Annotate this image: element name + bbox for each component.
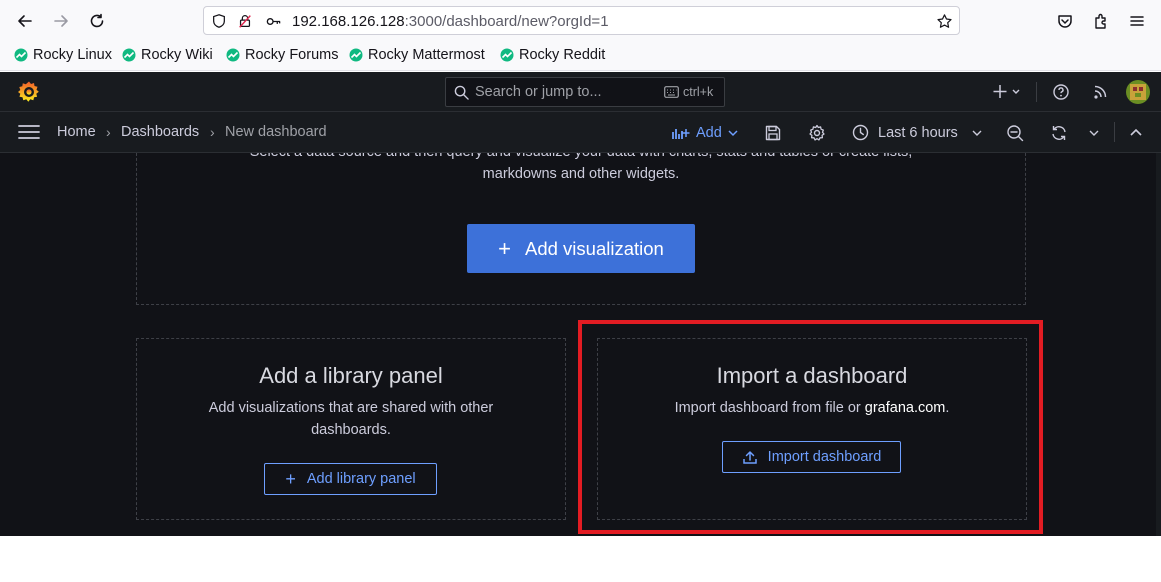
hamburger-menu-icon[interactable] (18, 124, 40, 140)
scrollbar[interactable] (1156, 153, 1161, 536)
rocky-logo-icon (349, 48, 363, 62)
rocky-logo-icon (14, 48, 28, 62)
url-path: :3000/dashboard/new?orgId=1 (404, 13, 609, 30)
reload-icon[interactable] (84, 8, 110, 34)
plus-chevron-icon (993, 85, 1020, 98)
help-icon (1053, 84, 1069, 100)
button-label: Add library panel (306, 471, 416, 487)
button-label: Add visualization (525, 237, 664, 259)
bookmark-label: Rocky Mattermost (368, 47, 485, 63)
shortcut-label: ctrl+k (683, 85, 714, 99)
clock-icon (852, 124, 869, 141)
grafana-logo-icon[interactable] (17, 80, 41, 104)
bookmark-label: Rocky Linux (33, 47, 112, 63)
help-button[interactable] (1052, 81, 1070, 108)
breadcrumb-home[interactable]: Home (57, 124, 96, 140)
bookmark-rocky-mattermost[interactable]: Rocky Mattermost (349, 47, 485, 63)
breadcrumb-chevron-icon: › (210, 124, 215, 140)
extensions-icon[interactable] (1088, 8, 1114, 34)
add-visualization-button[interactable]: + Add visualization (467, 224, 695, 273)
rss-icon (1094, 85, 1107, 99)
breadcrumb-dashboards[interactable]: Dashboards (121, 124, 199, 140)
highlight-box (578, 320, 1043, 534)
bookmark-rocky-wiki[interactable]: Rocky Wiki (122, 47, 213, 63)
grafana-top-nav: Search or jump to... ctrl+k (0, 72, 1161, 112)
divider (1036, 82, 1037, 102)
add-label: Add (696, 125, 722, 141)
bookmark-label: Rocky Wiki (141, 47, 213, 63)
bookmark-rocky-linux[interactable]: Rocky Linux (14, 47, 112, 63)
time-range-label: Last 6 hours (878, 124, 958, 141)
time-range-picker[interactable]: Last 6 hours (852, 124, 993, 141)
avatar-icon (1126, 80, 1150, 104)
zoom-out-icon[interactable] (1006, 124, 1024, 142)
bookmark-label: Rocky Forums (245, 47, 339, 63)
add-panel-icon (672, 129, 690, 139)
save-icon[interactable] (764, 124, 782, 142)
app-menu-icon[interactable] (1124, 8, 1150, 34)
url-text: 192.168.126.128:3000/dashboard/new?orgId… (292, 13, 609, 30)
user-avatar[interactable] (1126, 80, 1150, 104)
add-library-panel-button[interactable]: + Add library panel (264, 463, 437, 495)
collapse-chevron-up-icon[interactable] (1127, 124, 1145, 142)
rocky-logo-icon (500, 48, 514, 62)
pocket-icon[interactable] (1052, 8, 1078, 34)
description-line: dashboards. (311, 422, 391, 438)
search-placeholder: Search or jump to... (475, 84, 602, 100)
insecure-lock-icon[interactable] (236, 12, 254, 30)
settings-gear-icon[interactable] (808, 124, 826, 142)
search-icon (454, 85, 469, 100)
page-bottom-blank (0, 536, 1161, 582)
url-bar[interactable]: 192.168.126.128:3000/dashboard/new?orgId… (203, 6, 960, 35)
plus-icon: + (285, 468, 296, 489)
library-panel-card: Add a library panel Add visualizations t… (136, 338, 566, 520)
chevron-down-icon (972, 130, 982, 136)
description-line: Add visualizations that are shared with … (208, 400, 494, 416)
refresh-interval-chevron-icon[interactable] (1085, 124, 1103, 142)
breadcrumb-chevron-icon: › (106, 124, 111, 140)
shield-icon[interactable] (210, 12, 228, 30)
bookmark-star-icon[interactable] (935, 12, 953, 30)
browser-toolbar: 192.168.126.128:3000/dashboard/new?orgId… (0, 0, 1161, 42)
visualization-description: Select a data source and then query and … (137, 153, 1025, 185)
chevron-down-icon (728, 130, 738, 137)
bookmarks-bar: Rocky Linux Rocky Wiki Rocky Forums Rock… (0, 42, 1161, 71)
forward-arrow-icon[interactable] (48, 8, 74, 34)
keyboard-icon (664, 86, 679, 98)
search-shortcut: ctrl+k (664, 85, 713, 99)
breadcrumb-current: New dashboard (225, 124, 327, 140)
url-host: 192.168.126.128 (292, 13, 405, 30)
key-icon[interactable] (264, 12, 282, 30)
search-input[interactable]: Search or jump to... ctrl+k (445, 77, 725, 107)
library-card-title: Add a library panel (259, 363, 443, 388)
rocky-logo-icon (122, 48, 136, 62)
plus-icon: + (498, 235, 511, 261)
bookmark-label: Rocky Reddit (519, 47, 606, 63)
news-button[interactable] (1092, 81, 1110, 108)
add-button[interactable]: Add (672, 123, 746, 143)
description-line: markdowns and other widgets. (482, 166, 680, 182)
back-arrow-icon[interactable] (12, 8, 38, 34)
rocky-logo-icon (226, 48, 240, 62)
description-line: Select a data source and then query and … (137, 153, 1025, 163)
new-menu-button[interactable] (992, 81, 1022, 108)
library-card-description: Add visualizations that are shared with … (137, 397, 565, 441)
divider (1114, 122, 1115, 142)
refresh-icon[interactable] (1050, 124, 1068, 142)
dashboard-toolbar: Home › Dashboards › New dashboard Add La… (0, 112, 1161, 153)
bookmark-rocky-forums[interactable]: Rocky Forums (226, 47, 338, 63)
bookmark-rocky-reddit[interactable]: Rocky Reddit (500, 47, 605, 63)
